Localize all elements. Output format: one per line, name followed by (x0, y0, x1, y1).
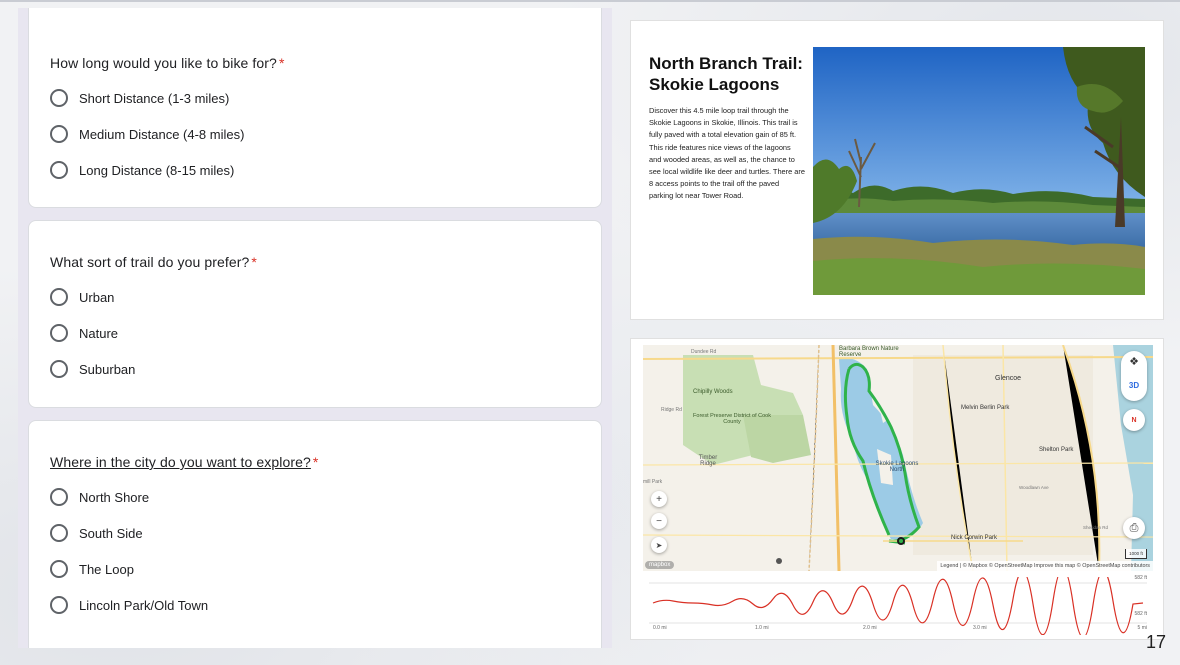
option-label: Lincoln Park/Old Town (79, 597, 209, 613)
radio-button[interactable] (50, 324, 68, 342)
map-label-timber-ridge: Timber Ridge (698, 455, 718, 467)
trail-info-card: North Branch Trail: Skokie Lagoons Disco… (630, 20, 1164, 320)
map-label-glencoe: Glencoe (995, 375, 1022, 382)
map-label-sheridan: Sheridan Rd (1083, 525, 1109, 530)
elevation-x-label-0: 0.0 mi (653, 625, 667, 631)
mapbox-logo: mapbox (645, 561, 675, 569)
slide-page-number: 17 (1145, 632, 1166, 652)
trail-description: Discover this 4.5 mile loop trail throug… (649, 106, 805, 201)
radio-button[interactable] (50, 360, 68, 378)
required-asterisk: * (278, 55, 285, 71)
trail-map-card: Barbara Brown Nature Reserve Glencoe Chi… (630, 338, 1164, 640)
option-label: Long Distance (8-15 miles) (79, 162, 235, 178)
question-title: What sort of trail do you prefer? * (50, 254, 257, 270)
radio-button[interactable] (50, 560, 68, 578)
question-title: How long would you like to bike for? * (50, 55, 285, 71)
radio-button[interactable] (50, 488, 68, 506)
option-label: Medium Distance (4-8 miles) (79, 126, 245, 142)
required-asterisk: * (251, 254, 257, 270)
map-label-woodlawn: Woodlawn Ave (1019, 485, 1049, 490)
radio-button[interactable] (50, 89, 68, 107)
locate-icon[interactable]: ➤ (651, 537, 667, 553)
lagoon-photo (813, 47, 1145, 295)
question-card-city-area: Where in the city do you want to explore… (28, 420, 602, 648)
map-label-barbara-brown: Barbara Brown Nature Reserve (839, 346, 899, 358)
option-label: The Loop (79, 561, 134, 577)
map-label-ridge-rd: Ridge Rd (661, 407, 682, 413)
option-label: Urban (79, 289, 115, 305)
option-label: Short Distance (1-3 miles) (79, 90, 230, 106)
radio-button[interactable] (50, 125, 68, 143)
top-divider (0, 0, 1180, 2)
question-title: Where in the city do you want to explore… (50, 454, 319, 470)
print-icon[interactable]: ⎙ (1123, 517, 1145, 539)
map-label-melvin-berlin: Melvin Berlin Park (961, 405, 1010, 411)
google-form-panel: How long would you like to bike for? * Sh… (18, 8, 612, 648)
radio-button[interactable] (50, 161, 68, 179)
radio-option-north-shore[interactable]: North Shore (50, 486, 149, 508)
option-label: North Shore (79, 489, 150, 505)
elevation-max-label: 582 ft (1134, 575, 1147, 581)
elevation-x-label-4: 5 mi (1137, 625, 1147, 631)
map-label-forest-preserve: Forest Preserve District of Cook County (693, 413, 771, 425)
layers-icon[interactable]: ❖ (1121, 355, 1147, 368)
map-label-chipilly: Chipilly Woods (693, 389, 733, 395)
map-label-mill-park: mill Park (643, 479, 663, 485)
radio-button[interactable] (50, 596, 68, 614)
required-asterisk: * (312, 454, 319, 470)
map-label-dundee-rd: Dundee Rd (691, 349, 717, 355)
zoom-out-button[interactable]: − (651, 513, 667, 529)
elevation-x-label-2: 2.0 mi (863, 625, 877, 631)
3d-toggle-button[interactable]: 3D (1121, 381, 1147, 390)
map-attribution[interactable]: Legend | © Mapbox © OpenStreetMap Improv… (937, 561, 1153, 571)
radio-option-long-distance[interactable]: Long Distance (8-15 miles) (50, 159, 234, 181)
radio-option-the-loop[interactable]: The Loop (50, 558, 134, 580)
map-scale: 1000 ft (1125, 549, 1147, 559)
radio-button[interactable] (50, 288, 68, 306)
option-label: Nature (79, 325, 119, 341)
trail-map[interactable]: Barbara Brown Nature Reserve Glencoe Chi… (643, 345, 1153, 571)
elevation-x-label-1: 1.0 mi (755, 625, 769, 631)
radio-option-urban[interactable]: Urban (50, 286, 114, 308)
elevation-line (652, 567, 1144, 639)
radio-option-suburban[interactable]: Suburban (50, 358, 135, 380)
radio-option-lincoln-park[interactable]: Lincoln Park/Old Town (50, 594, 208, 616)
radio-option-medium-distance[interactable]: Medium Distance (4-8 miles) (50, 123, 244, 145)
map-label-skokie-lagoons: Skokie Lagoons North (875, 461, 919, 473)
map-control-rail: ❖ 3D (1121, 351, 1147, 401)
map-label-shelton: Shelton Park (1039, 447, 1074, 453)
radio-option-nature[interactable]: Nature (50, 322, 118, 344)
compass-button[interactable]: N (1123, 409, 1145, 431)
radio-option-south-side[interactable]: South Side (50, 522, 143, 544)
elevation-profile: 582 ft 582 ft 0.0 mi 1.0 mi 2.0 mi 3.0 m… (643, 567, 1153, 639)
option-label: South Side (79, 525, 143, 541)
elevation-min-label: 582 ft (1134, 611, 1147, 617)
map-label-nick-corwin: Nick Corwin Park (951, 535, 998, 541)
elevation-x-label-3: 3.0 mi (973, 625, 987, 631)
zoom-in-button[interactable]: + (651, 491, 667, 507)
radio-button[interactable] (50, 524, 68, 542)
option-label: Suburban (79, 361, 136, 377)
question-card-bike-length: How long would you like to bike for? * Sh… (28, 8, 602, 208)
trail-title: North Branch Trail: Skokie Lagoons (649, 54, 803, 94)
question-card-trail-type: What sort of trail do you prefer? * Urban… (28, 220, 602, 408)
radio-option-short-distance[interactable]: Short Distance (1-3 miles) (50, 87, 229, 109)
